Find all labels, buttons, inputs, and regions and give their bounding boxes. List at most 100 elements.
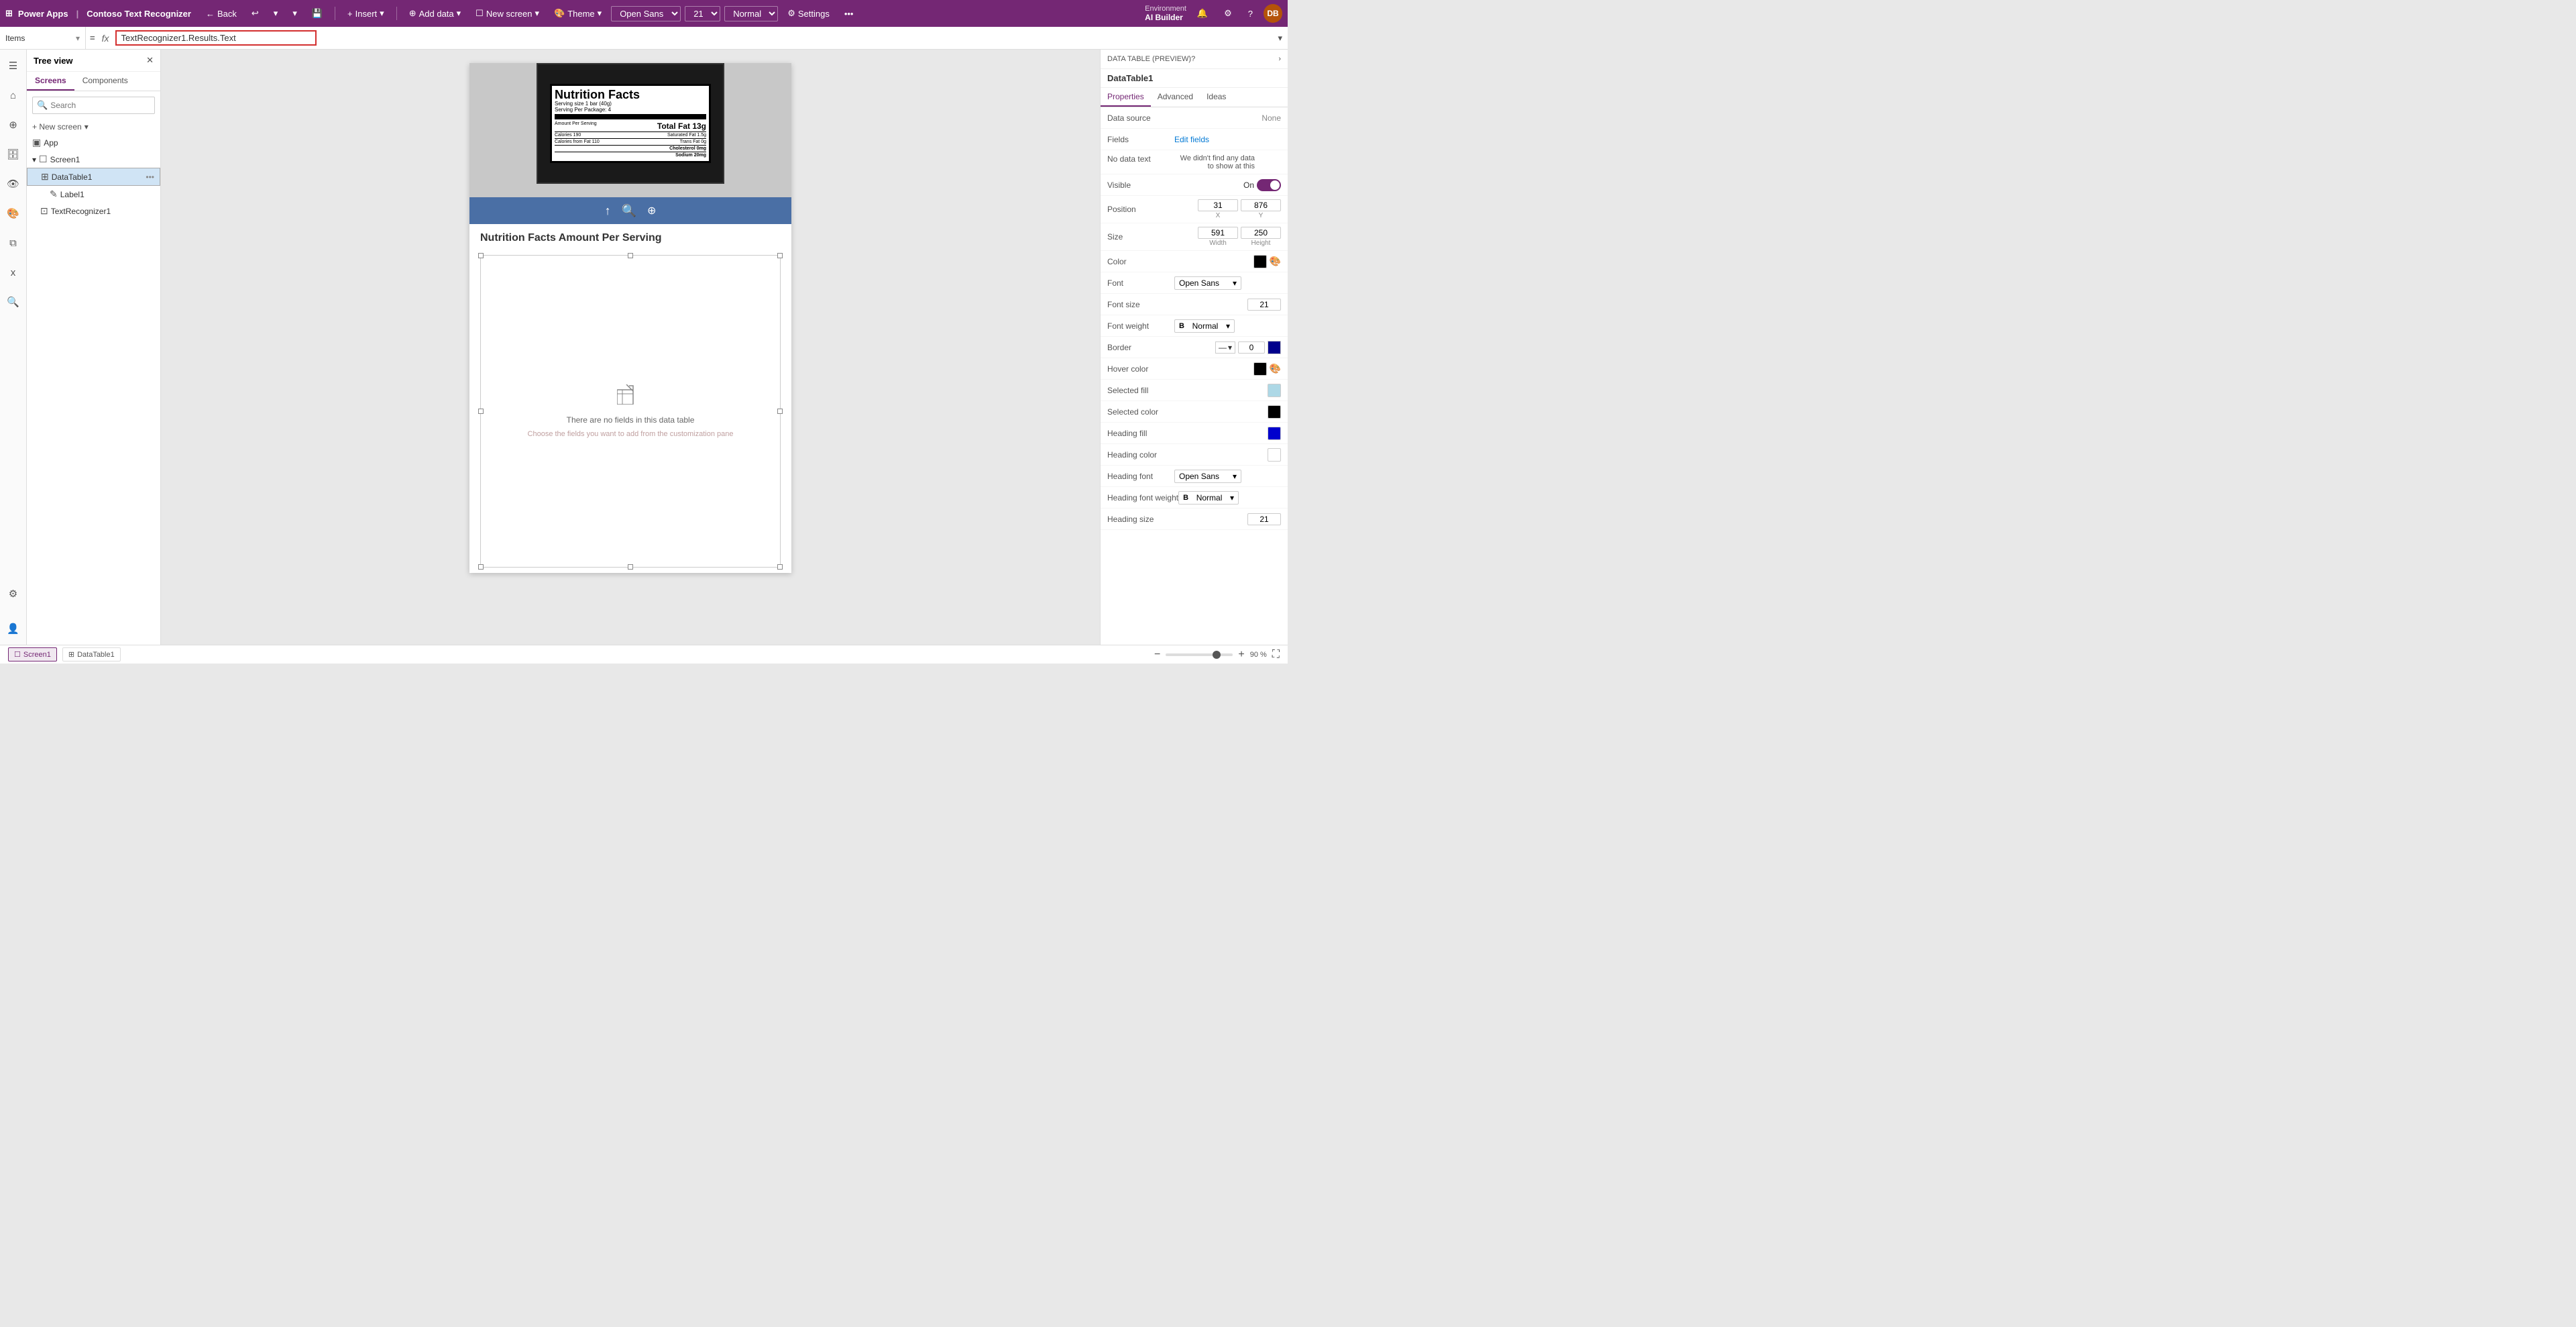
- bell-button[interactable]: 🔔: [1192, 5, 1213, 21]
- tree-close-button[interactable]: ✕: [146, 55, 154, 66]
- icon-paint[interactable]: 🎨: [3, 203, 24, 224]
- formula-expand[interactable]: ▾: [1278, 33, 1282, 44]
- prop-x-label: X: [1216, 212, 1221, 219]
- more-button[interactable]: •••: [839, 6, 859, 21]
- handle-mr[interactable]: [777, 409, 783, 414]
- handle-tc[interactable]: [628, 253, 633, 258]
- prop-color-value: 🎨: [1174, 255, 1281, 268]
- prop-fontsize-input[interactable]: [1247, 299, 1281, 311]
- fullscreen-button[interactable]: ⛶: [1272, 649, 1280, 661]
- bell-icon: 🔔: [1197, 8, 1208, 19]
- prop-selectedcolor-swatch[interactable]: [1268, 405, 1281, 419]
- props-tab-properties[interactable]: Properties: [1101, 88, 1151, 107]
- props-tab-advanced[interactable]: Advanced: [1151, 88, 1200, 107]
- prop-border-style[interactable]: — ▾: [1215, 341, 1235, 354]
- new-screen-tree-button[interactable]: + New screen ▾: [27, 119, 160, 134]
- prop-selectedfill-swatch[interactable]: [1268, 384, 1281, 397]
- save-button[interactable]: 💾: [306, 5, 328, 21]
- prop-headingfill-swatch[interactable]: [1268, 427, 1281, 440]
- tab-screens[interactable]: Screens: [27, 72, 74, 91]
- icon-search-side[interactable]: 🔍: [3, 291, 24, 313]
- datatable-more-icon[interactable]: •••: [146, 172, 154, 182]
- prop-font-dropdown[interactable]: Open Sans ▾: [1174, 276, 1241, 290]
- insert-button[interactable]: + Insert ▾: [342, 5, 390, 21]
- tab-components[interactable]: Components: [74, 72, 136, 91]
- zoom-slider[interactable]: [1166, 653, 1233, 656]
- handle-bl[interactable]: [478, 564, 484, 570]
- add-data-button[interactable]: ⊕ Add data ▾: [404, 5, 466, 21]
- handle-tl[interactable]: [478, 253, 484, 258]
- prop-fontweight-dropdown[interactable]: B Normal ▾: [1174, 319, 1235, 333]
- zoom-out-icon[interactable]: 🔍: [622, 204, 636, 218]
- screen1-tab[interactable]: ☐ Screen1: [8, 647, 57, 661]
- zoom-in-icon[interactable]: ⊕: [647, 204, 656, 217]
- icon-user-side[interactable]: 👤: [3, 618, 24, 639]
- tree-item-label1[interactable]: ✎ Label1: [27, 186, 160, 203]
- right-panel-collapse-icon[interactable]: ›: [1278, 55, 1281, 63]
- settings2-button[interactable]: ⚙: [1219, 5, 1237, 21]
- prop-border-width[interactable]: [1238, 341, 1265, 354]
- new-screen-icon: ☐: [475, 8, 484, 19]
- handle-bc[interactable]: [628, 564, 633, 570]
- datatable-tab-icon: ⊞: [68, 650, 74, 659]
- prop-border-color[interactable]: [1268, 341, 1281, 354]
- undo-button[interactable]: ↩: [246, 5, 264, 21]
- back-button[interactable]: ← Back: [201, 6, 242, 21]
- icon-vars[interactable]: x: [3, 262, 24, 283]
- zoom-slider-thumb[interactable]: [1213, 651, 1221, 659]
- prop-headingfill-label: Heading fill: [1107, 429, 1174, 438]
- new-screen-button[interactable]: ☐ New screen ▾: [470, 5, 545, 21]
- prop-headingfont-dropdown[interactable]: Open Sans ▾: [1174, 470, 1241, 483]
- prop-headingfontweight-dropdown[interactable]: B Normal ▾: [1178, 491, 1239, 505]
- zoom-minus-button[interactable]: −: [1154, 649, 1160, 661]
- icon-data[interactable]: 🗄: [3, 144, 24, 165]
- right-panel-help-icon[interactable]: ?: [1191, 55, 1195, 63]
- datatable1-tab[interactable]: ⊞ DataTable1: [62, 647, 121, 661]
- prop-headingsize-input[interactable]: [1247, 513, 1281, 525]
- prop-hovercolor-swatch[interactable]: [1253, 362, 1267, 376]
- prop-x-item: X: [1198, 199, 1238, 219]
- zoom-plus-button[interactable]: +: [1238, 649, 1244, 661]
- icon-view[interactable]: 👁: [3, 173, 24, 195]
- tree-title: Tree view: [34, 56, 73, 66]
- props-tab-ideas[interactable]: Ideas: [1200, 88, 1233, 107]
- prop-headingcolor-swatch[interactable]: [1268, 448, 1281, 462]
- prop-fields-link[interactable]: Edit fields: [1174, 135, 1209, 144]
- user-avatar[interactable]: DB: [1264, 4, 1282, 23]
- prop-visible: Visible On: [1101, 174, 1288, 196]
- formula-input[interactable]: TextRecognizer1.Results.Text: [115, 30, 317, 46]
- icon-home[interactable]: ⌂: [3, 85, 24, 106]
- tree-item-app[interactable]: ▣ App: [27, 134, 160, 151]
- font-size-dropdown[interactable]: 21: [685, 6, 720, 21]
- font-weight-dropdown[interactable]: Normal: [724, 6, 778, 21]
- prop-color-swatch[interactable]: [1253, 255, 1267, 268]
- prop-visible-toggle[interactable]: [1257, 179, 1281, 191]
- icon-settings-side[interactable]: ⚙: [3, 583, 24, 604]
- icon-layers[interactable]: ⧉: [3, 232, 24, 254]
- prop-color-picker-icon[interactable]: 🎨: [1270, 256, 1281, 267]
- prop-y-input[interactable]: [1241, 199, 1281, 211]
- prop-width-input[interactable]: [1198, 227, 1238, 239]
- tree-item-datatable1[interactable]: ⊞ DataTable1 •••: [27, 168, 160, 186]
- tree-item-screen1[interactable]: ▾ ☐ Screen1: [27, 151, 160, 168]
- handle-ml[interactable]: [478, 409, 484, 414]
- hover-color-picker[interactable]: 🎨: [1270, 363, 1281, 374]
- redo-dropdown[interactable]: ▾: [287, 5, 302, 21]
- settings-button[interactable]: ⚙ Settings: [782, 5, 835, 21]
- theme-button[interactable]: 🎨 Theme ▾: [549, 5, 607, 21]
- search-input[interactable]: [50, 101, 154, 110]
- help-button[interactable]: ?: [1243, 6, 1258, 21]
- tree-item-textrecognizer1[interactable]: ⊡ TextRecognizer1: [27, 203, 160, 219]
- prop-fontsize-label: Font size: [1107, 300, 1174, 309]
- font-dropdown[interactable]: Open Sans: [611, 6, 681, 21]
- prop-height-input[interactable]: [1241, 227, 1281, 239]
- upload-icon[interactable]: ↑: [605, 204, 611, 218]
- prop-height-label: Height: [1251, 240, 1271, 247]
- undo-dropdown[interactable]: ▾: [268, 5, 284, 21]
- handle-br[interactable]: [777, 564, 783, 570]
- prop-x-input[interactable]: [1198, 199, 1238, 211]
- icon-insert[interactable]: ⊕: [3, 114, 24, 136]
- insert-chevron: ▾: [380, 8, 384, 19]
- icon-menu[interactable]: ☰: [3, 55, 24, 76]
- handle-tr[interactable]: [777, 253, 783, 258]
